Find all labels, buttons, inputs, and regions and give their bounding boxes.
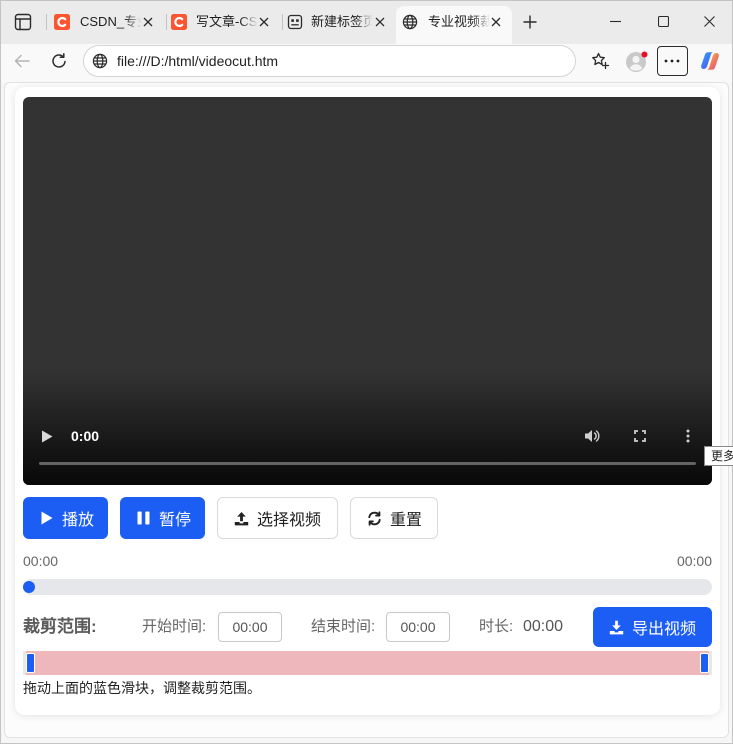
end-time-input[interactable] — [386, 612, 450, 642]
tab-csdn[interactable]: CSDN_专业 — [47, 6, 165, 38]
close-icon[interactable] — [490, 16, 502, 28]
pause-button[interactable]: 暂停 — [120, 497, 205, 539]
new-tab-plus-icon[interactable] — [522, 14, 538, 30]
new-tab-page-icon — [287, 14, 303, 30]
range-handle-end[interactable] — [700, 653, 709, 673]
ellipsis-icon — [664, 59, 680, 63]
video-player[interactable]: 0:00 — [23, 97, 712, 485]
tab-title: 写文章-CS — [196, 14, 258, 29]
profile-avatar[interactable] — [626, 51, 648, 73]
pause-icon — [136, 511, 151, 526]
tab-actions-icon[interactable] — [13, 12, 33, 32]
video-controls-shade — [23, 370, 712, 485]
back-arrow-icon[interactable] — [13, 52, 31, 70]
progress-slider[interactable] — [23, 579, 712, 595]
crop-range-label: 裁剪范围: — [23, 617, 97, 636]
url-text[interactable]: file:///D:/html/videocut.htm — [117, 52, 278, 70]
tab-title: 新建标签页 — [311, 14, 373, 29]
fullscreen-icon[interactable] — [634, 430, 646, 442]
video-play-icon[interactable] — [41, 430, 53, 443]
reset-button[interactable]: 重置 — [350, 497, 438, 539]
select-video-label: 选择视频 — [257, 512, 322, 529]
play-icon — [39, 511, 54, 526]
video-seek-bar[interactable] — [39, 462, 696, 465]
tab-video-cut[interactable]: 专业视频裁 — [396, 6, 512, 44]
volume-icon[interactable] — [584, 428, 601, 444]
close-icon[interactable] — [142, 16, 154, 28]
current-time-label: 00:00 — [23, 553, 59, 569]
tab-title: 专业视频裁 — [428, 14, 490, 29]
favorites-star-icon[interactable] — [590, 51, 610, 71]
range-fill — [26, 651, 709, 675]
export-video-button[interactable]: 导出视频 — [593, 607, 712, 647]
start-time-label: 开始时间: — [142, 618, 207, 635]
play-button[interactable]: 播放 — [23, 497, 108, 539]
duration-label: 时长: — [479, 618, 514, 635]
play-button-label: 播放 — [62, 512, 95, 529]
csdn-icon — [171, 14, 187, 30]
download-icon — [609, 620, 624, 635]
copilot-icon[interactable] — [699, 50, 721, 72]
tab-new-tab[interactable]: 新建标签页 — [282, 6, 396, 38]
export-video-label: 导出视频 — [632, 621, 697, 638]
tab-title: CSDN_专业 — [80, 14, 142, 29]
browser-window: CSDN_专业 写文章-CS 新建标签页 专业视频裁 — [0, 0, 733, 744]
video-more-icon[interactable] — [686, 429, 690, 443]
more-options-tooltip: 更多 — [704, 446, 733, 466]
minimize-icon[interactable] — [610, 16, 621, 27]
crop-range-bar[interactable] — [23, 651, 712, 675]
start-time-input[interactable] — [218, 612, 282, 642]
close-icon[interactable] — [374, 16, 386, 28]
progress-thumb[interactable] — [23, 581, 35, 593]
sync-icon — [367, 510, 382, 526]
video-cutter-card: 0:00 播放 暂停 选择视频 重置 00:00 00:00 裁剪范围: 开始时… — [15, 87, 720, 715]
range-handle-start[interactable] — [26, 653, 35, 673]
window-close-icon[interactable] — [704, 16, 715, 27]
total-time-label: 00:00 — [676, 553, 712, 569]
end-time-label: 结束时间: — [311, 618, 376, 635]
reset-button-label: 重置 — [390, 512, 423, 529]
tab-write-article[interactable]: 写文章-CS — [166, 6, 282, 38]
upload-icon — [234, 511, 249, 526]
maximize-icon[interactable] — [658, 16, 669, 27]
csdn-icon — [54, 14, 70, 30]
refresh-icon[interactable] — [50, 52, 68, 70]
crop-hint-text: 拖动上面的蓝色滑块，调整裁剪范围。 — [23, 680, 261, 696]
pause-button-label: 暂停 — [159, 512, 192, 529]
address-bar[interactable]: file:///D:/html/videocut.htm — [83, 45, 576, 77]
globe-icon — [92, 53, 108, 69]
more-options-button[interactable] — [657, 46, 688, 76]
select-video-button[interactable]: 选择视频 — [217, 497, 338, 539]
close-icon[interactable] — [258, 16, 270, 28]
duration-value: 00:00 — [523, 618, 564, 635]
video-current-time: 0:00 — [71, 428, 100, 444]
globe-icon — [402, 14, 418, 30]
